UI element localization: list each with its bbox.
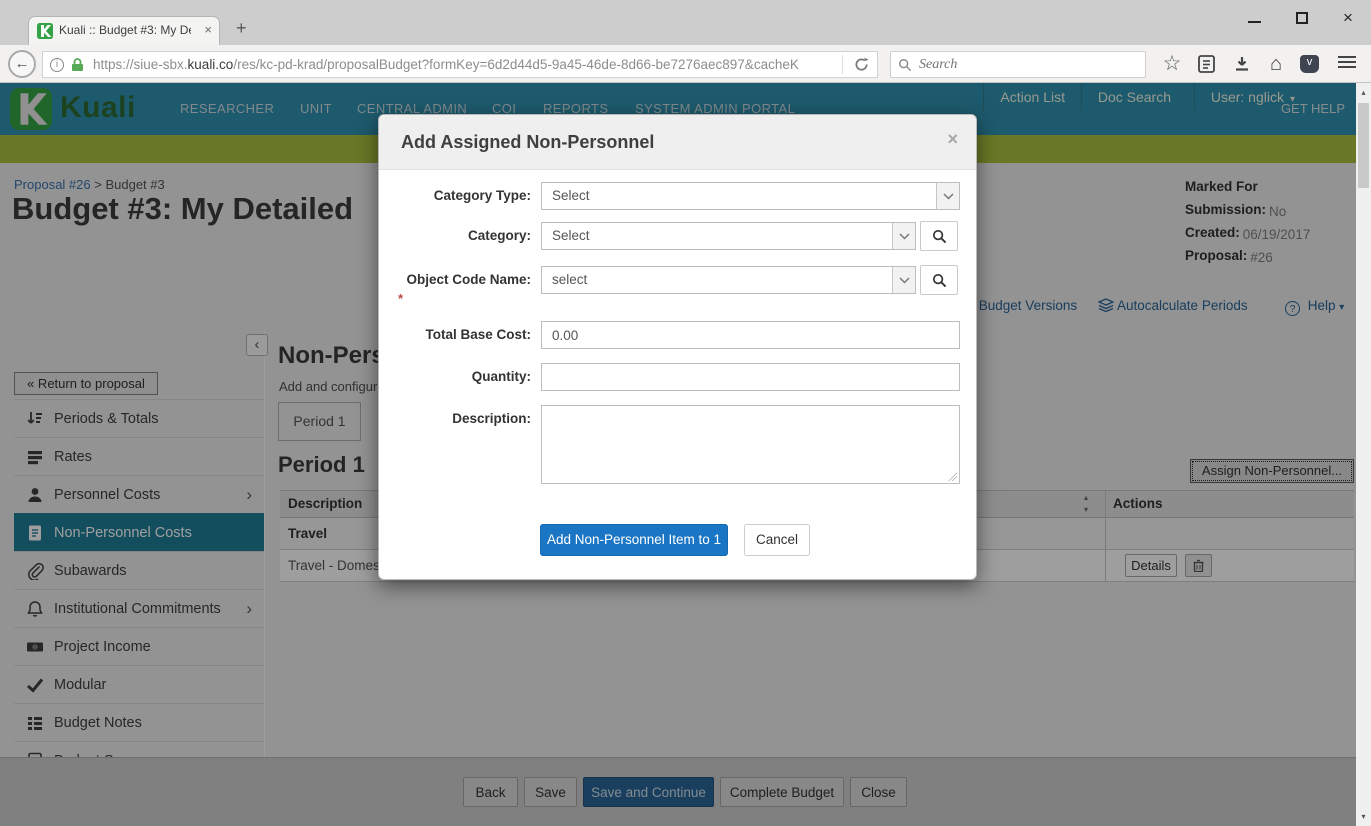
- cancel-button[interactable]: Cancel: [744, 524, 810, 556]
- select-chevron-icon: [892, 267, 915, 293]
- url-divider: [842, 55, 843, 74]
- description-label: Description:: [379, 405, 531, 433]
- bookmark-star-icon[interactable]: ☆: [1158, 50, 1186, 78]
- scroll-up-icon[interactable]: ▴: [1356, 88, 1371, 97]
- total-base-cost-input[interactable]: [541, 321, 960, 349]
- menu-icon[interactable]: [1338, 56, 1356, 71]
- back-button[interactable]: ←: [8, 50, 36, 78]
- category-type-label: Category Type:: [379, 182, 531, 210]
- screen: Kuali :: Budget #3: My Detail × + × ← i …: [0, 0, 1371, 826]
- select-chevron-icon: [936, 183, 959, 209]
- search-box[interactable]: [890, 51, 1146, 78]
- url-bar[interactable]: i https://siue-sbx.kuali.co/res/kc-pd-kr…: [42, 51, 878, 78]
- site-info-icon[interactable]: i: [50, 58, 64, 72]
- modal-header: Add Assigned Non-Personnel ×: [379, 115, 976, 170]
- url-path: /res/kc-pd-krad/proposalBudget?formKey=6…: [233, 57, 799, 72]
- search-icon: [932, 229, 947, 244]
- quantity-input[interactable]: [541, 363, 960, 391]
- downloads-icon[interactable]: [1228, 55, 1256, 83]
- search-icon: [898, 58, 912, 77]
- description-textarea[interactable]: [541, 405, 960, 484]
- select-value: select: [552, 267, 587, 293]
- total-base-cost-label: Total Base Cost:: [379, 321, 531, 349]
- window-close-button[interactable]: ×: [1333, 8, 1363, 30]
- resize-grip-icon[interactable]: [948, 472, 957, 481]
- required-indicator: *: [398, 291, 403, 306]
- category-label: Category:: [379, 222, 531, 250]
- category-type-select[interactable]: Select: [541, 182, 960, 210]
- new-tab-button[interactable]: +: [236, 18, 247, 39]
- object-code-label: Object Code Name:: [379, 266, 531, 294]
- select-value: Select: [552, 183, 590, 209]
- home-icon[interactable]: ⌂: [1262, 50, 1290, 78]
- tab-close-icon[interactable]: ×: [204, 17, 212, 44]
- page-scrollbar[interactable]: ▴ ▾: [1356, 83, 1371, 826]
- add-non-personnel-modal: Add Assigned Non-Personnel × Category Ty…: [378, 114, 977, 580]
- select-value: Select: [552, 223, 590, 249]
- scrollbar-thumb[interactable]: [1358, 103, 1369, 188]
- pocket-icon[interactable]: v: [1300, 55, 1319, 73]
- search-input[interactable]: [919, 53, 1134, 76]
- quantity-label: Quantity:: [379, 363, 531, 391]
- url-prefix: https://siue-sbx.: [93, 57, 188, 72]
- category-lookup-button[interactable]: [920, 221, 958, 251]
- window-maximize-button[interactable]: [1287, 8, 1317, 30]
- modal-close-icon[interactable]: ×: [947, 129, 958, 150]
- url-text[interactable]: https://siue-sbx.kuali.co/res/kc-pd-krad…: [93, 52, 833, 77]
- modal-title: Add Assigned Non-Personnel: [401, 115, 654, 170]
- select-chevron-icon: [892, 223, 915, 249]
- add-non-personnel-item-button[interactable]: Add Non-Personnel Item to 1: [540, 524, 728, 556]
- reload-icon[interactable]: [854, 57, 869, 77]
- browser-tab[interactable]: Kuali :: Budget #3: My Detail ×: [28, 16, 220, 45]
- search-icon: [932, 273, 947, 288]
- category-select[interactable]: Select: [541, 222, 916, 250]
- object-code-select[interactable]: select: [541, 266, 916, 294]
- url-domain: kuali.co: [188, 57, 234, 72]
- scroll-down-icon[interactable]: ▾: [1356, 812, 1371, 821]
- tab-title: Kuali :: Budget #3: My Detail: [59, 17, 191, 44]
- kuali-favicon-icon: [37, 23, 53, 39]
- bookmarks-list-icon[interactable]: [1192, 55, 1220, 83]
- object-code-lookup-button[interactable]: [920, 265, 958, 295]
- window-minimize-button[interactable]: [1240, 8, 1270, 30]
- https-lock-icon[interactable]: [71, 58, 84, 77]
